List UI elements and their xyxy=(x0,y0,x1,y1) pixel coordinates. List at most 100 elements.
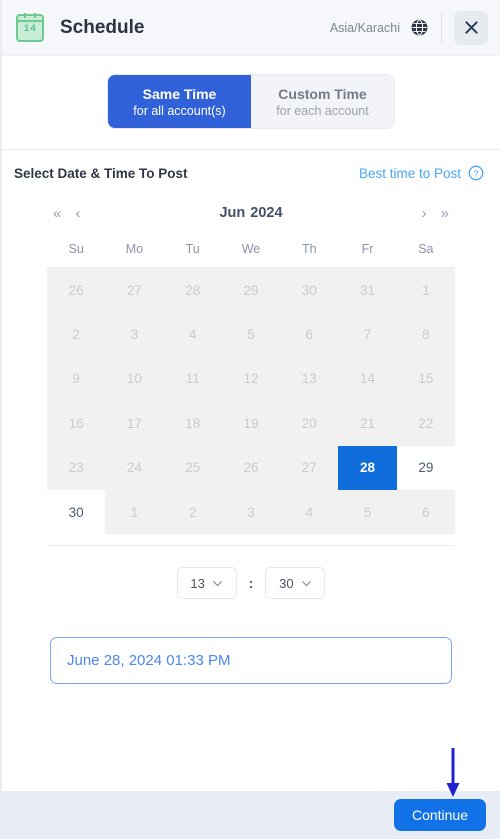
calendar-day-1: 1 xyxy=(396,268,455,313)
calendar-day-4: 4 xyxy=(163,312,222,357)
time-separator: : xyxy=(248,575,254,592)
next-month-button[interactable]: › xyxy=(416,204,433,223)
weekday-header: Mo xyxy=(125,242,144,256)
continue-button[interactable]: Continue xyxy=(393,799,486,831)
calendar-day-10: 10 xyxy=(105,356,164,402)
calendar-day-2: 2 xyxy=(163,489,222,535)
calendar-day-26: 26 xyxy=(47,268,106,313)
calendar-month-year: Jun 2024 xyxy=(47,205,455,221)
calendar-day-7: 7 xyxy=(338,312,397,357)
calendar-icon-peg-left xyxy=(24,12,26,18)
timezone-label: Asia/Karachi xyxy=(329,20,400,35)
calendar-icon-day: 14 xyxy=(23,23,37,35)
calendar-year-label: 2024 xyxy=(250,205,283,221)
minute-select[interactable]: 30 xyxy=(265,567,326,600)
close-button[interactable] xyxy=(454,10,488,45)
calendar-day-8: 8 xyxy=(396,312,455,357)
modal-header: 14 Schedule Asia/Karachi xyxy=(2,0,500,56)
calendar-day-27: 27 xyxy=(280,445,339,490)
calendar-day-14: 14 xyxy=(338,356,397,402)
section-title: Select Date & Time To Post xyxy=(14,165,188,181)
calendar-day-15: 15 xyxy=(396,356,455,402)
calendar-nav-left: « ‹ xyxy=(47,204,86,223)
calendar-day-31: 31 xyxy=(338,268,397,313)
svg-text:?: ? xyxy=(474,168,479,178)
best-time-to-post-label: Best time to Post xyxy=(358,165,461,181)
weekday-header: Sa xyxy=(418,242,434,256)
calendar-month-label: Jun xyxy=(219,205,246,221)
calendar-day-29: 29 xyxy=(221,268,281,313)
calendar-day-22: 22 xyxy=(396,401,455,446)
calendar-day-5: 5 xyxy=(221,312,281,357)
time-picker-row: 13 : 30 xyxy=(2,567,500,600)
calendar-day-3: 3 xyxy=(105,312,164,357)
prev-month-button[interactable]: ‹ xyxy=(69,204,86,223)
minute-value: 30 xyxy=(279,575,294,591)
calendar-day-24: 24 xyxy=(105,445,164,490)
calendar-day-18: 18 xyxy=(163,401,222,446)
weekday-header: We xyxy=(241,242,261,256)
globe-icon[interactable] xyxy=(410,18,429,37)
calendar-day-11: 11 xyxy=(163,356,222,402)
mode-toggle-wrapper: Same Time for all account(s) Custom Time… xyxy=(2,56,500,128)
calendar-day-30[interactable]: 30 xyxy=(47,489,106,535)
toggle-custom-time-title: Custom Time xyxy=(278,85,367,102)
weekday-header: Tu xyxy=(185,242,200,256)
prev-year-button[interactable]: « xyxy=(47,204,67,223)
modal-footer: Continue xyxy=(2,791,500,839)
page-title: Schedule xyxy=(60,16,145,38)
toggle-custom-time[interactable]: Custom Time for each account xyxy=(251,75,394,128)
calendar-day-28: 28 xyxy=(163,268,222,313)
calendar-day-6: 6 xyxy=(396,489,455,535)
weekday-header: Th xyxy=(301,242,317,256)
calendar-day-12: 12 xyxy=(221,356,281,402)
toggle-same-time-title: Same Time xyxy=(142,85,217,102)
chevron-down-icon xyxy=(213,580,222,587)
calendar-day-3: 3 xyxy=(221,489,281,535)
calendar-day-29[interactable]: 29 xyxy=(396,445,455,490)
mode-toggle: Same Time for all account(s) Custom Time… xyxy=(108,75,394,128)
calendar-day-26: 26 xyxy=(221,445,281,490)
calendar-day-16: 16 xyxy=(47,401,106,446)
toggle-same-time[interactable]: Same Time for all account(s) xyxy=(108,75,251,128)
close-icon xyxy=(464,21,478,34)
hour-value: 13 xyxy=(190,575,205,591)
calendar-grid: 26 27 28 29 30 31 1 2 3 4 5 6 7 8 9 10 11 12 13 14 15 16 17 18 1… xyxy=(47,268,455,535)
calendar-day-17: 17 xyxy=(105,401,164,446)
calendar-day-20: 20 xyxy=(280,401,339,446)
question-circle-icon: ? xyxy=(468,165,484,181)
calendar-day-27: 27 xyxy=(105,268,164,313)
best-time-to-post-link[interactable]: Best time to Post ? xyxy=(359,165,484,181)
calendar-day-1: 1 xyxy=(105,489,164,535)
section-header: Select Date & Time To Post Best time to … xyxy=(2,150,500,181)
calendar-day-13: 13 xyxy=(280,356,339,402)
calendar-day-28[interactable]: 28 xyxy=(338,445,397,490)
calendar-day-21: 21 xyxy=(338,401,397,446)
weekday-header: Su xyxy=(68,242,84,256)
calendar-bottom-divider xyxy=(47,545,455,547)
schedule-modal: 14 Schedule Asia/Karachi Same Time for a… xyxy=(0,0,500,839)
calendar-day-25: 25 xyxy=(163,445,222,490)
calendar-day-30: 30 xyxy=(280,268,339,313)
calendar-day-19: 19 xyxy=(221,401,281,446)
calendar-weekday-row: Su Mo Tu We Th Fr Sa xyxy=(47,242,455,267)
hour-select[interactable]: 13 xyxy=(176,567,237,600)
selected-datetime-field[interactable]: June 28, 2024 01:33 PM xyxy=(50,637,452,685)
header-right-group: Asia/Karachi xyxy=(329,10,488,45)
calendar-day-4: 4 xyxy=(280,489,339,535)
selected-datetime-value: June 28, 2024 01:33 PM xyxy=(67,652,231,670)
calendar-icon: 14 xyxy=(16,12,44,42)
toggle-custom-time-subtitle: for each account xyxy=(276,103,369,118)
chevron-down-icon xyxy=(301,580,311,587)
calendar-day-5: 5 xyxy=(338,489,397,535)
header-divider xyxy=(441,12,442,43)
calendar: « ‹ Jun 2024 › » Su Mo Tu We Th Fr Sa 26… xyxy=(47,199,455,535)
calendar-nav: « ‹ Jun 2024 › » xyxy=(47,199,455,227)
calendar-day-2: 2 xyxy=(47,312,106,357)
calendar-day-6: 6 xyxy=(280,312,339,357)
calendar-icon-peg-right xyxy=(34,12,36,18)
calendar-nav-right: › » xyxy=(416,204,455,223)
weekday-header: Fr xyxy=(361,242,374,256)
calendar-day-23: 23 xyxy=(47,445,106,490)
next-year-button[interactable]: » xyxy=(435,204,455,223)
